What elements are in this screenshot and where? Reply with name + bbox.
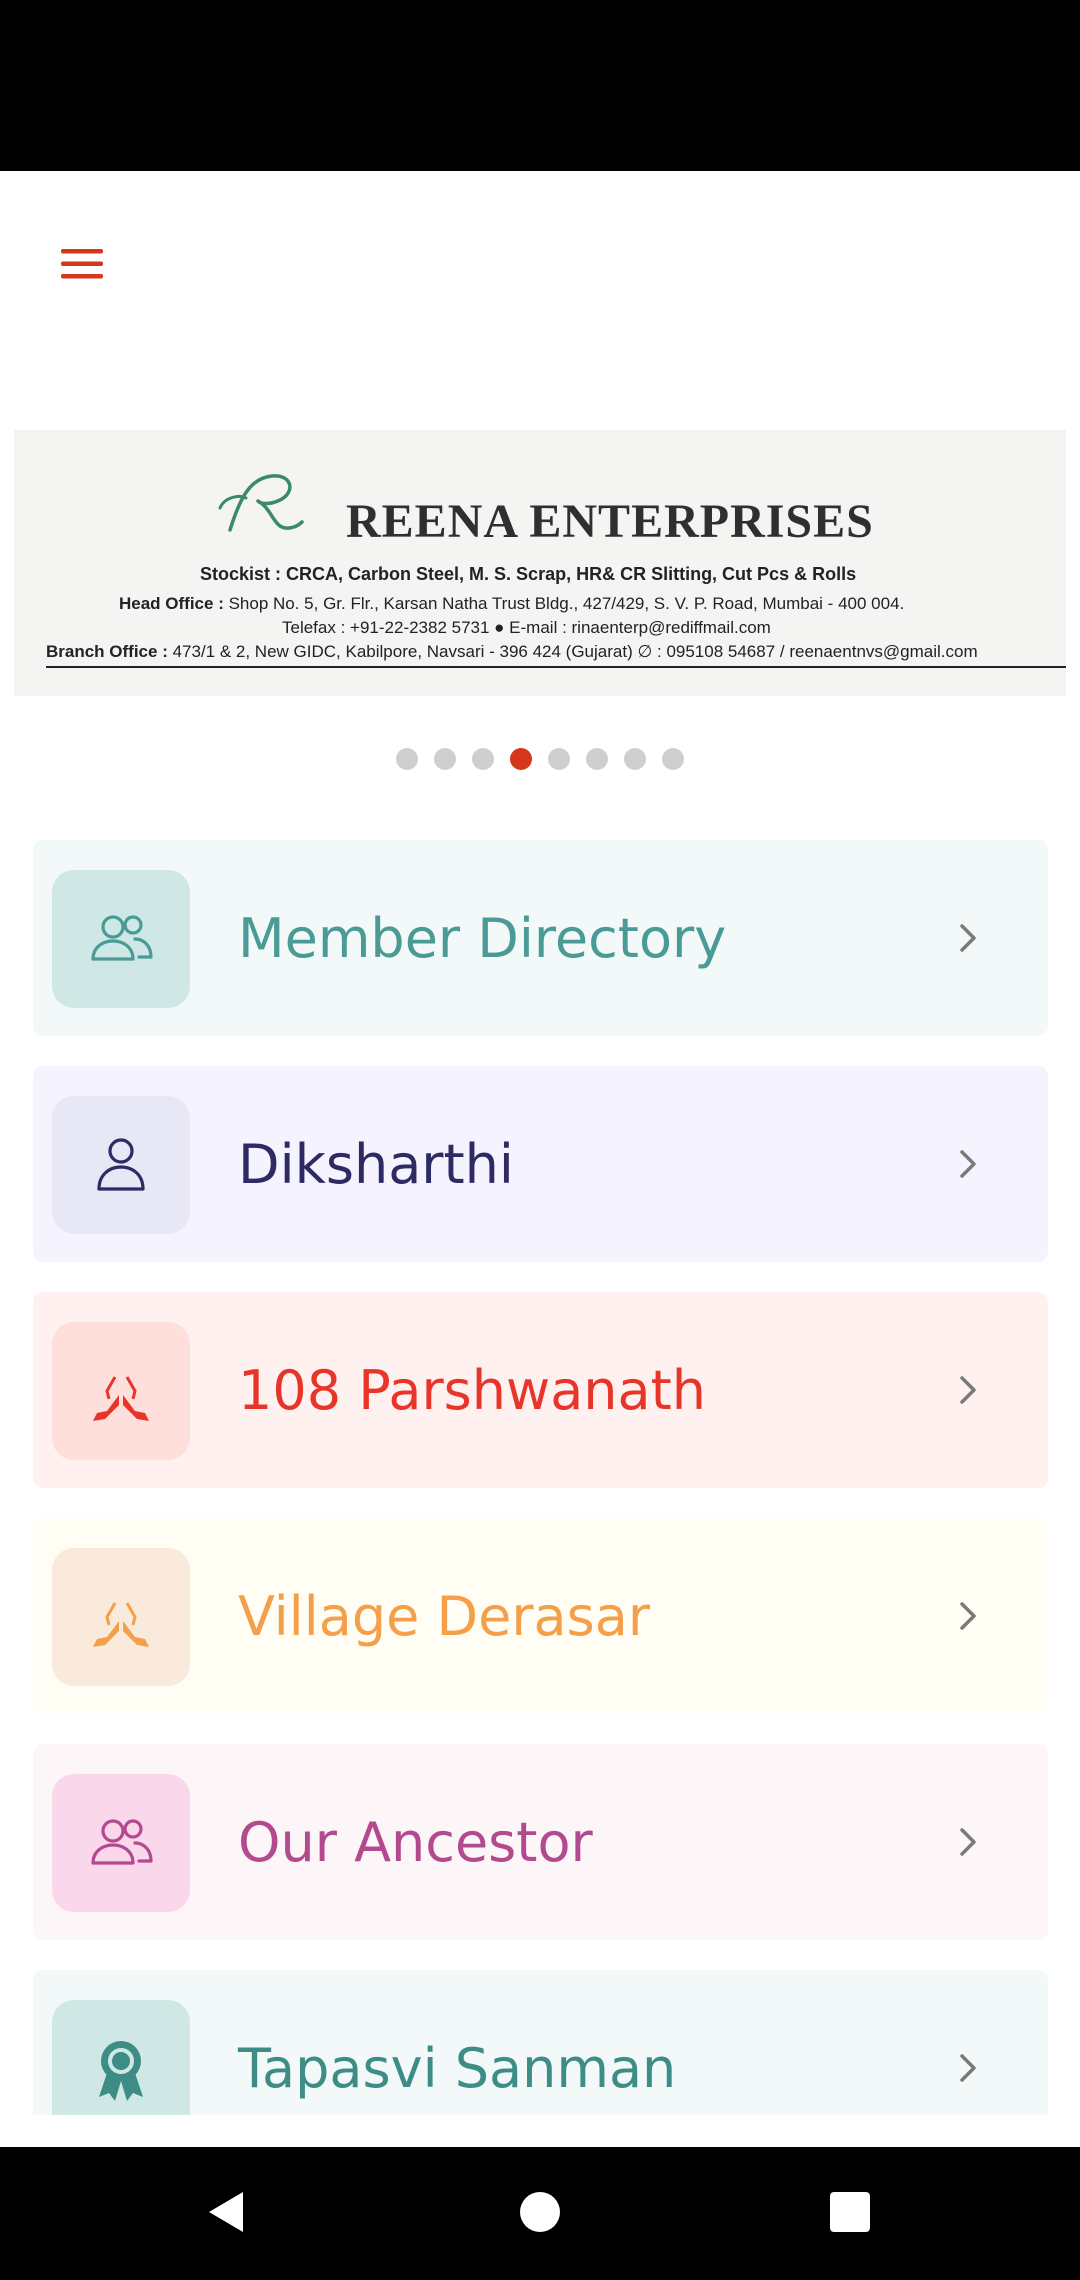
menu-card-label: 108 Parshwanath: [238, 1358, 706, 1422]
navigation-bar: [0, 2147, 1080, 2280]
chevron-right-icon: [948, 1144, 988, 1184]
menu-list: Member Directory Diksharthi 108 Parshwanat…: [0, 0, 1080, 2115]
menu-card-label: Our Ancestor: [238, 1810, 593, 1874]
award-ribbon-icon: [52, 2000, 190, 2115]
praying-hands-icon: [52, 1548, 190, 1686]
menu-card-108-parshwanath[interactable]: 108 Parshwanath: [33, 1292, 1048, 1488]
chevron-right-icon: [948, 918, 988, 958]
chevron-right-icon: [948, 1822, 988, 1862]
menu-card-label: Village Derasar: [238, 1584, 651, 1648]
chevron-right-icon: [948, 1370, 988, 1410]
recents-icon[interactable]: [815, 2177, 885, 2247]
chevron-right-icon: [948, 2048, 988, 2088]
people-icon: [52, 1774, 190, 1912]
people-icon: [52, 870, 190, 1008]
home-icon[interactable]: [505, 2177, 575, 2247]
praying-hands-icon: [52, 1322, 190, 1460]
menu-card-village-derasar[interactable]: Village Derasar: [33, 1518, 1048, 1714]
person-icon: [52, 1096, 190, 1234]
menu-card-tapasvi-sanman[interactable]: Tapasvi Sanman: [33, 1970, 1048, 2115]
chevron-right-icon: [948, 1596, 988, 1636]
menu-card-label: Tapasvi Sanman: [238, 2036, 677, 2100]
menu-card-label: Member Directory: [238, 906, 727, 970]
back-icon[interactable]: [190, 2177, 260, 2247]
menu-card-label: Diksharthi: [238, 1132, 514, 1196]
menu-card-our-ancestor[interactable]: Our Ancestor: [33, 1744, 1048, 1940]
menu-card-diksharthi[interactable]: Diksharthi: [33, 1066, 1048, 1262]
menu-card-member-directory[interactable]: Member Directory: [33, 840, 1048, 1036]
